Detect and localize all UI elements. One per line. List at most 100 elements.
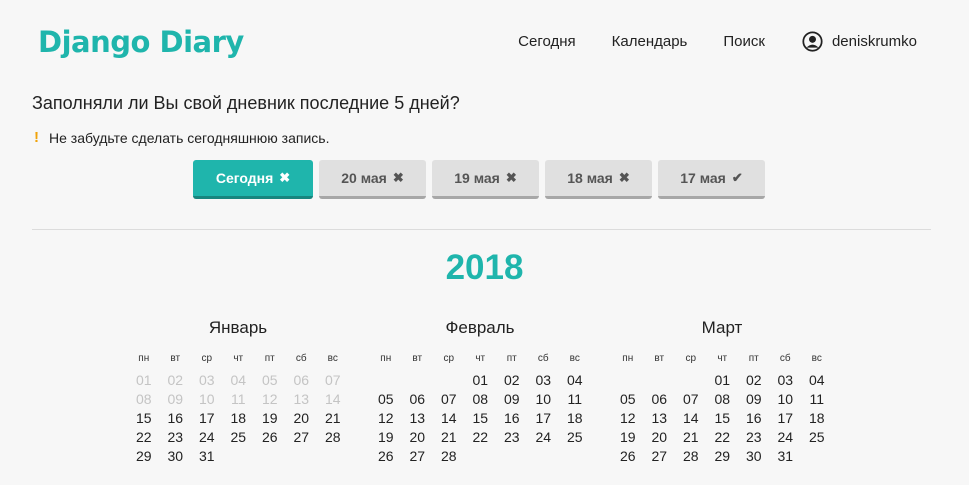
nav-calendar[interactable]: Календарь — [612, 33, 688, 50]
calendar-day[interactable]: 11 — [559, 390, 591, 409]
calendar-day[interactable]: 27 — [286, 428, 318, 447]
calendar-day[interactable]: 24 — [528, 428, 560, 447]
calendar-day[interactable]: 26 — [370, 447, 402, 466]
calendar-day[interactable]: 31 — [770, 447, 802, 466]
calendar-day[interactable]: 12 — [370, 409, 402, 428]
calendar-day[interactable]: 28 — [317, 428, 349, 447]
calendar-day[interactable]: 02 — [160, 371, 192, 390]
calendar-day[interactable]: 18 — [801, 409, 833, 428]
calendar-day[interactable]: 28 — [433, 447, 465, 466]
calendar-day[interactable]: 11 — [801, 390, 833, 409]
calendar-day[interactable]: 10 — [770, 390, 802, 409]
calendar-day[interactable]: 16 — [738, 409, 770, 428]
calendar-day[interactable]: 19 — [612, 428, 644, 447]
calendar-day[interactable]: 28 — [675, 447, 707, 466]
calendar-day[interactable]: 24 — [191, 428, 223, 447]
calendar-day[interactable]: 02 — [738, 371, 770, 390]
calendar-day[interactable]: 13 — [402, 409, 434, 428]
calendar-day[interactable]: 15 — [128, 409, 160, 428]
calendar-day[interactable]: 12 — [612, 409, 644, 428]
calendar-day[interactable]: 01 — [465, 371, 497, 390]
calendar-day[interactable]: 23 — [496, 428, 528, 447]
calendar-day[interactable]: 07 — [675, 390, 707, 409]
calendar-day[interactable]: 18 — [223, 409, 255, 428]
calendar-day[interactable]: 09 — [738, 390, 770, 409]
calendar-day[interactable]: 25 — [223, 428, 255, 447]
calendar-day[interactable]: 04 — [801, 371, 833, 390]
calendar-day[interactable]: 06 — [286, 371, 318, 390]
calendar-day[interactable]: 08 — [128, 390, 160, 409]
calendar-day[interactable]: 20 — [286, 409, 318, 428]
calendar-day[interactable]: 17 — [770, 409, 802, 428]
calendar-day[interactable]: 10 — [191, 390, 223, 409]
calendar-day[interactable]: 05 — [370, 390, 402, 409]
calendar-day[interactable]: 29 — [707, 447, 739, 466]
calendar-day[interactable]: 12 — [254, 390, 286, 409]
calendar-day[interactable]: 06 — [402, 390, 434, 409]
calendar-day[interactable]: 01 — [128, 371, 160, 390]
calendar-day[interactable]: 01 — [707, 371, 739, 390]
calendar-day[interactable]: 08 — [707, 390, 739, 409]
calendar-day[interactable]: 30 — [738, 447, 770, 466]
logo[interactable]: Django Diary — [38, 25, 244, 59]
calendar-day[interactable]: 26 — [254, 428, 286, 447]
user-menu[interactable]: deniskrumko — [802, 31, 917, 52]
calendar-day[interactable]: 21 — [317, 409, 349, 428]
day-button-today[interactable]: Сегодня ✖ — [193, 160, 313, 199]
calendar-day[interactable]: 21 — [433, 428, 465, 447]
calendar-day[interactable]: 23 — [738, 428, 770, 447]
calendar-day[interactable]: 08 — [465, 390, 497, 409]
day-button-17-may[interactable]: 17 мая ✔ — [658, 160, 765, 199]
calendar-day[interactable]: 16 — [160, 409, 192, 428]
calendar-day[interactable]: 10 — [528, 390, 560, 409]
day-button-20-may[interactable]: 20 мая ✖ — [319, 160, 426, 199]
calendar-day[interactable]: 14 — [317, 390, 349, 409]
calendar-day[interactable]: 22 — [128, 428, 160, 447]
calendar-day[interactable]: 17 — [191, 409, 223, 428]
nav-today[interactable]: Сегодня — [518, 33, 576, 50]
calendar-day[interactable]: 13 — [286, 390, 318, 409]
calendar-day[interactable]: 06 — [644, 390, 676, 409]
calendar-day[interactable]: 27 — [402, 447, 434, 466]
calendar-day[interactable]: 20 — [644, 428, 676, 447]
calendar-day[interactable]: 19 — [370, 428, 402, 447]
calendar-day[interactable]: 13 — [644, 409, 676, 428]
calendar-day[interactable]: 03 — [770, 371, 802, 390]
calendar-day[interactable]: 27 — [644, 447, 676, 466]
calendar-day[interactable]: 03 — [528, 371, 560, 390]
calendar-day[interactable]: 31 — [191, 447, 223, 466]
calendar-day[interactable]: 15 — [465, 409, 497, 428]
calendar-day[interactable]: 22 — [707, 428, 739, 447]
calendar-day[interactable]: 14 — [433, 409, 465, 428]
day-button-19-may[interactable]: 19 мая ✖ — [432, 160, 539, 199]
calendar-day[interactable]: 23 — [160, 428, 192, 447]
calendar-day[interactable]: 25 — [559, 428, 591, 447]
calendar-day[interactable]: 25 — [801, 428, 833, 447]
calendar-day[interactable]: 07 — [433, 390, 465, 409]
calendar-day[interactable]: 26 — [612, 447, 644, 466]
calendar-day[interactable]: 24 — [770, 428, 802, 447]
calendar-day[interactable]: 03 — [191, 371, 223, 390]
calendar-day[interactable]: 04 — [559, 371, 591, 390]
calendar-day[interactable]: 30 — [160, 447, 192, 466]
calendar-day[interactable]: 05 — [254, 371, 286, 390]
calendar-day[interactable]: 11 — [223, 390, 255, 409]
calendar-day[interactable]: 07 — [317, 371, 349, 390]
calendar-day[interactable]: 15 — [707, 409, 739, 428]
calendar-day[interactable]: 09 — [160, 390, 192, 409]
nav-search[interactable]: Поиск — [723, 33, 765, 50]
calendar-day[interactable]: 02 — [496, 371, 528, 390]
calendar-day[interactable]: 19 — [254, 409, 286, 428]
calendar-day[interactable]: 04 — [223, 371, 255, 390]
calendar-day[interactable]: 29 — [128, 447, 160, 466]
calendar-day[interactable]: 20 — [402, 428, 434, 447]
calendar-day[interactable]: 16 — [496, 409, 528, 428]
calendar-day[interactable]: 14 — [675, 409, 707, 428]
calendar-day[interactable]: 18 — [559, 409, 591, 428]
calendar-day[interactable]: 22 — [465, 428, 497, 447]
calendar-day[interactable]: 05 — [612, 390, 644, 409]
calendar-day[interactable]: 17 — [528, 409, 560, 428]
day-button-18-may[interactable]: 18 мая ✖ — [545, 160, 652, 199]
calendar-day[interactable]: 09 — [496, 390, 528, 409]
calendar-day[interactable]: 21 — [675, 428, 707, 447]
